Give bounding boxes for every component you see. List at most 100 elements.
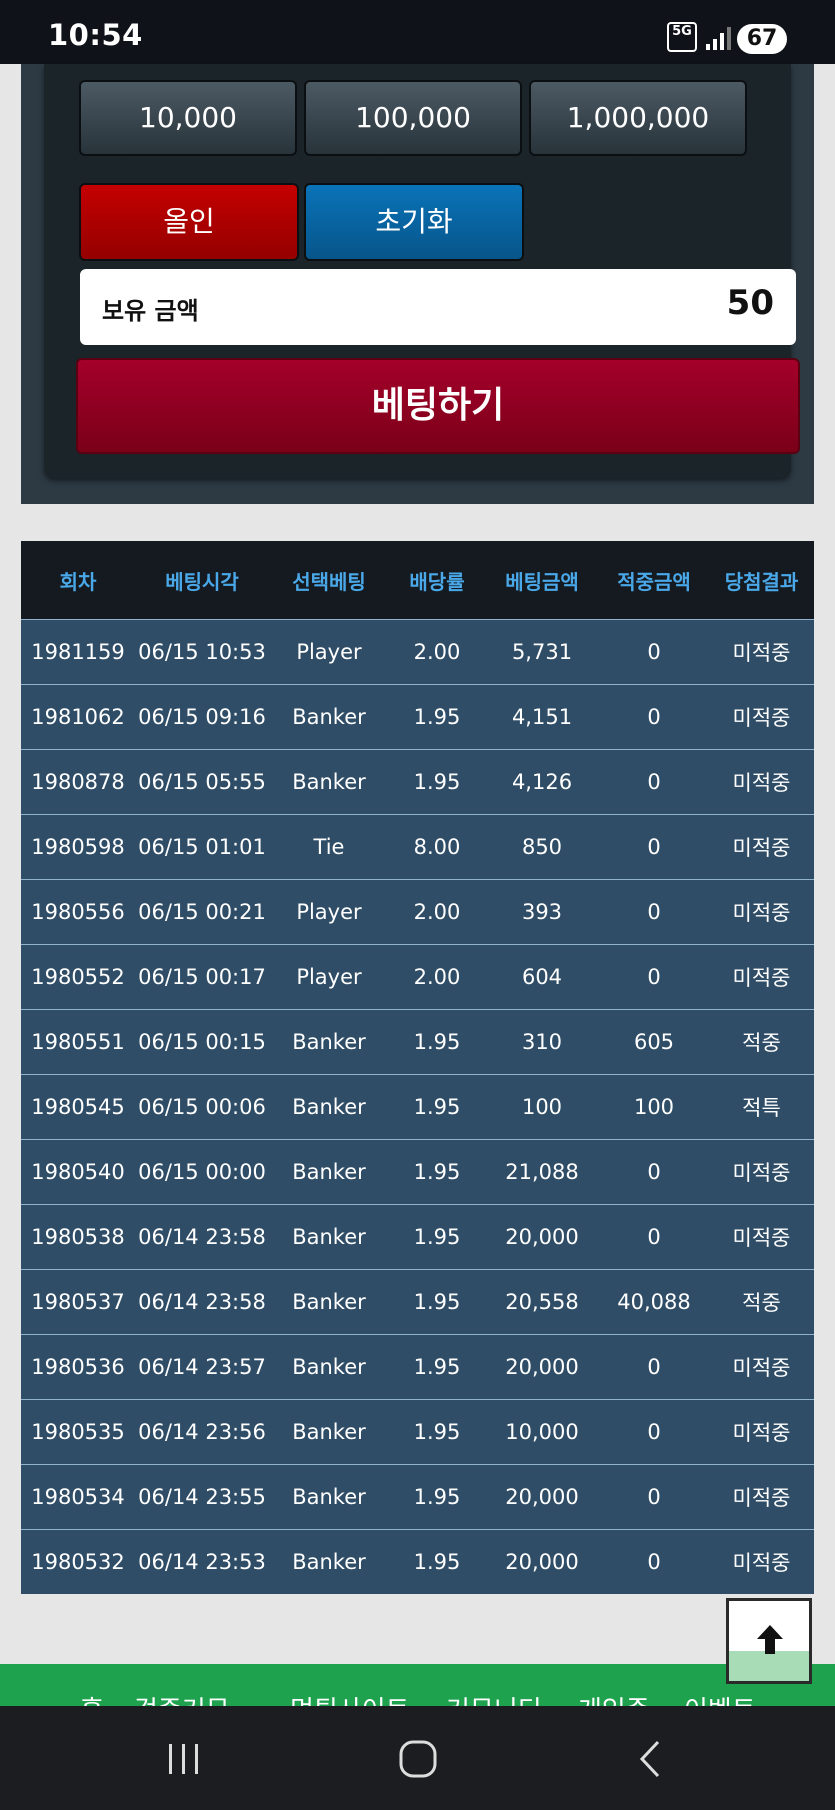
- cell-win-amount: 0: [599, 619, 709, 685]
- home-icon[interactable]: [388, 1736, 448, 1782]
- footer-item-event[interactable]: 이벤트: [684, 1690, 756, 1706]
- col-bet-time: 베팅시각: [135, 541, 269, 620]
- cell-win-amount: 100: [599, 1074, 709, 1140]
- cell-result: 미적중: [709, 944, 814, 1010]
- arrow-up-icon: [757, 1625, 783, 1654]
- cell-round: 1981062: [21, 684, 135, 750]
- cell-bet-time: 06/15 00:06: [135, 1074, 269, 1140]
- cell-round: 1980598: [21, 814, 135, 880]
- cell-bet-amount: 5,731: [485, 619, 599, 685]
- bet-panel: 10,000 100,000 1,000,000 올인 초기화 보유 금액 50…: [21, 64, 814, 504]
- cell-result: 적특: [709, 1074, 814, 1140]
- table-row: 1980538 06/14 23:58 Banker 1.95 20,000 0 미적중: [21, 1204, 814, 1270]
- col-win-amount: 적중금액: [599, 541, 709, 620]
- cell-win-amount: 0: [599, 1334, 709, 1400]
- cell-selection: Banker: [269, 1074, 389, 1140]
- table-row: 1980552 06/15 00:17 Player 2.00 604 0 미적중: [21, 944, 814, 1010]
- cell-selection: Tie: [269, 814, 389, 880]
- cell-odds: 2.00: [389, 619, 485, 685]
- cell-win-amount: 0: [599, 1139, 709, 1205]
- place-bet-button[interactable]: 베팅하기: [76, 358, 800, 454]
- cell-round: 1980537: [21, 1269, 135, 1335]
- cell-result: 미적중: [709, 1399, 814, 1465]
- cell-odds: 1.95: [389, 684, 485, 750]
- col-odds: 배당률: [389, 541, 485, 620]
- cell-selection: Banker: [269, 1529, 389, 1594]
- cell-win-amount: 0: [599, 1204, 709, 1270]
- footer-item-verify[interactable]: 검증커뮤: [134, 1690, 230, 1706]
- cell-result: 미적중: [709, 1529, 814, 1594]
- cell-round: 1980878: [21, 749, 135, 815]
- table-body: 1981159 06/15 10:53 Player 2.00 5,731 0 미적중 198…: [21, 619, 814, 1594]
- cell-odds: 1.95: [389, 1009, 485, 1075]
- cell-selection: Banker: [269, 1269, 389, 1335]
- footer-item-scam-sites[interactable]: 먹튀사이트: [290, 1690, 410, 1706]
- table-row: 1980545 06/15 00:06 Banker 1.95 100 100 적특: [21, 1074, 814, 1140]
- cell-bet-amount: 20,000: [485, 1334, 599, 1400]
- cell-odds: 1.95: [389, 749, 485, 815]
- cell-win-amount: 0: [599, 1464, 709, 1530]
- cell-selection: Player: [269, 944, 389, 1010]
- cell-result: 미적중: [709, 879, 814, 945]
- cell-result: 적중: [709, 1009, 814, 1075]
- cell-bet-amount: 100: [485, 1074, 599, 1140]
- cell-selection: Player: [269, 619, 389, 685]
- table-row: 1980537 06/14 23:58 Banker 1.95 20,558 40,088…: [21, 1269, 814, 1335]
- chip-button-100000[interactable]: 100,000: [304, 80, 522, 156]
- footer-item-community[interactable]: 커뮤니티: [446, 1690, 542, 1706]
- table-row: 1980540 06/15 00:00 Banker 1.95 21,088 0 미적중: [21, 1139, 814, 1205]
- cell-selection: Banker: [269, 1464, 389, 1530]
- back-icon[interactable]: [622, 1736, 682, 1782]
- col-round: 회차: [21, 541, 135, 620]
- reset-button[interactable]: 초기화: [304, 183, 524, 261]
- recent-apps-icon[interactable]: [153, 1736, 213, 1782]
- cell-bet-time: 06/15 09:16: [135, 684, 269, 750]
- cell-odds: 1.95: [389, 1269, 485, 1335]
- cell-bet-time: 06/14 23:58: [135, 1204, 269, 1270]
- cell-result: 미적중: [709, 684, 814, 750]
- cell-round: 1980534: [21, 1464, 135, 1530]
- cell-bet-time: 06/14 23:57: [135, 1334, 269, 1400]
- cell-odds: 1.95: [389, 1074, 485, 1140]
- cell-selection: Banker: [269, 1399, 389, 1465]
- table-row: 1980551 06/15 00:15 Banker 1.95 310 605 적중: [21, 1009, 814, 1075]
- table-row: 1981159 06/15 10:53 Player 2.00 5,731 0 미적중: [21, 619, 814, 685]
- cell-win-amount: 0: [599, 749, 709, 815]
- cell-result: 미적중: [709, 619, 814, 685]
- chip-button-10000[interactable]: 10,000: [79, 80, 297, 156]
- table-row: 1980532 06/14 23:53 Banker 1.95 20,000 0 미적중: [21, 1529, 814, 1594]
- cell-result: 적중: [709, 1269, 814, 1335]
- status-time: 10:54: [48, 18, 143, 52]
- cell-bet-amount: 20,000: [485, 1464, 599, 1530]
- cell-result: 미적중: [709, 1204, 814, 1270]
- footer-item-game-zone[interactable]: 게임존: [578, 1690, 650, 1706]
- cell-bet-amount: 21,088: [485, 1139, 599, 1205]
- cell-odds: 1.95: [389, 1529, 485, 1594]
- cell-round: 1980538: [21, 1204, 135, 1270]
- cell-round: 1980551: [21, 1009, 135, 1075]
- col-bet-amount: 베팅금액: [485, 541, 599, 620]
- table-header-row: 회차 베팅시각 선택베팅 배당률 베팅금액 적중금액 당첨결과: [21, 541, 814, 620]
- network-5g-icon: 5G: [667, 22, 697, 52]
- all-in-button[interactable]: 올인: [79, 183, 299, 261]
- cell-win-amount: 0: [599, 1529, 709, 1594]
- table-row: 1980535 06/14 23:56 Banker 1.95 10,000 0 미적중: [21, 1399, 814, 1465]
- col-selection: 선택베팅: [269, 541, 389, 620]
- cell-odds: 8.00: [389, 814, 485, 880]
- chip-button-1000000[interactable]: 1,000,000: [529, 80, 747, 156]
- cell-bet-amount: 20,558: [485, 1269, 599, 1335]
- bet-history-table: 회차 베팅시각 선택베팅 배당률 베팅금액 적중금액 당첨결과 1981159 0…: [21, 541, 814, 1594]
- cell-round: 1981159: [21, 619, 135, 685]
- footer-item-home[interactable]: 홈: [80, 1690, 104, 1706]
- cell-selection: Banker: [269, 1139, 389, 1205]
- cell-bet-amount: 4,151: [485, 684, 599, 750]
- cell-result: 미적중: [709, 1139, 814, 1205]
- balance-value: 50: [726, 283, 774, 323]
- cell-bet-time: 06/15 05:55: [135, 749, 269, 815]
- table-row: 1980534 06/14 23:55 Banker 1.95 20,000 0 미적중: [21, 1464, 814, 1530]
- cell-round: 1980552: [21, 944, 135, 1010]
- scroll-to-top-button[interactable]: [726, 1598, 812, 1684]
- cell-odds: 1.95: [389, 1139, 485, 1205]
- cell-bet-time: 06/15 01:01: [135, 814, 269, 880]
- cell-round: 1980540: [21, 1139, 135, 1205]
